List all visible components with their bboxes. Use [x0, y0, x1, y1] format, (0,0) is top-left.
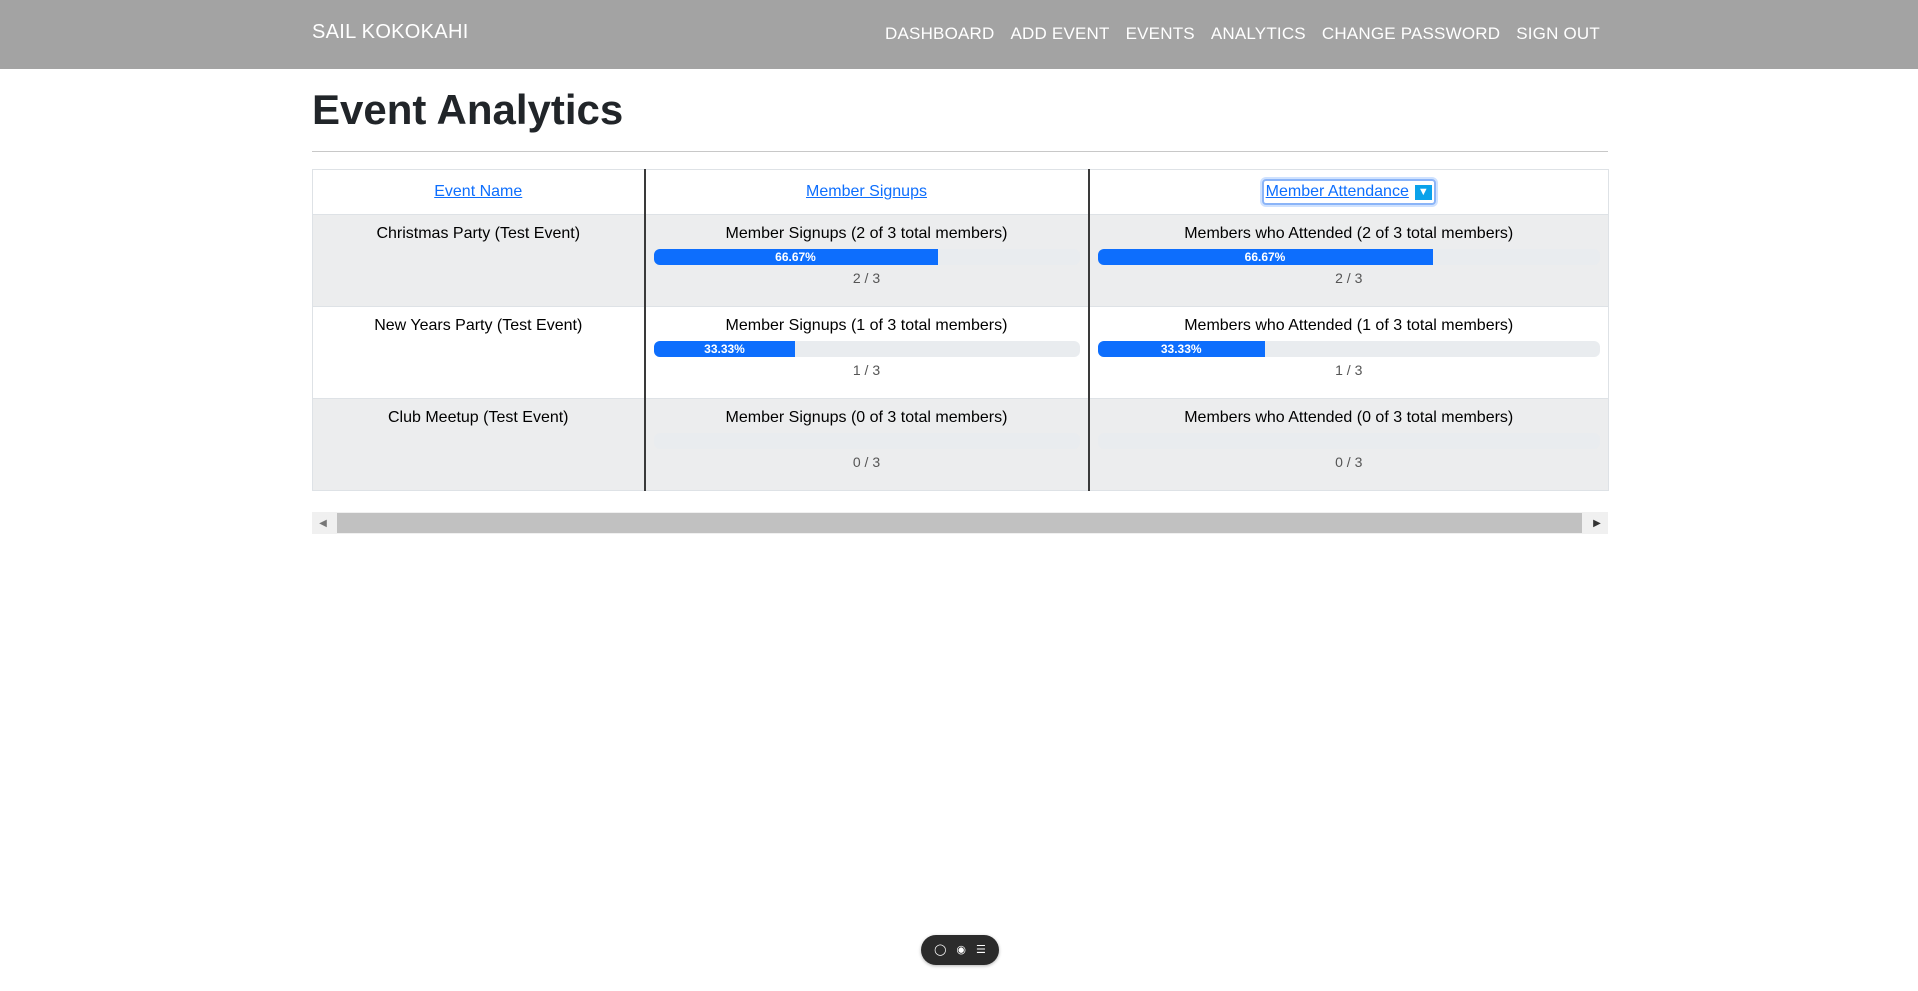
event-name-cell: Club Meetup (Test Event): [312, 398, 645, 491]
brand[interactable]: SAIL KOKOKAHI: [312, 21, 469, 44]
attendance-percent-text: 66.67%: [1244, 250, 1286, 264]
navbar: SAIL KOKOKAHI DASHBOARD ADD EVENT EVENTS…: [0, 0, 1918, 69]
attendance-progress-bar: 33.33%: [1097, 341, 1265, 357]
signups-label: Member Signups (1 of 3 total members): [725, 317, 1008, 334]
table-row: Christmas Party (Test Event) Member Signu…: [312, 214, 1609, 307]
nav-change-password[interactable]: CHANGE PASSWORD: [1322, 24, 1500, 44]
nav-analytics[interactable]: ANALYTICS: [1211, 24, 1306, 44]
signups-progress: [653, 433, 1080, 449]
header-member-attendance: Member Attendance ▼: [1087, 169, 1609, 215]
attendance-label: Members who Attended (2 of 3 total membe…: [1184, 225, 1514, 242]
event-name-cell: Christmas Party (Test Event): [312, 214, 645, 307]
attendance-cell: Members who Attended (0 of 3 total membe…: [1087, 398, 1609, 491]
menu-icon[interactable]: ☰: [976, 944, 986, 956]
table-row: Club Meetup (Test Event) Member Signups (…: [312, 398, 1609, 491]
page-title: Event Analytics: [312, 86, 624, 133]
title-divider: [312, 151, 1608, 152]
attendance-cell: Members who Attended (1 of 3 total membe…: [1087, 306, 1609, 399]
attendance-progress-bar: 66.67%: [1097, 249, 1433, 265]
sort-member-attendance-active[interactable]: Member Attendance ▼: [1261, 179, 1436, 205]
analytics-table: Event Name Member Signups Member Attenda…: [312, 169, 1609, 491]
attendance-label: Members who Attended (0 of 3 total membe…: [1184, 409, 1514, 426]
attendance-label: Members who Attended (1 of 3 total membe…: [1184, 317, 1514, 334]
event-name-cell: New Years Party (Test Event): [312, 306, 645, 399]
nav-links: DASHBOARD ADD EVENT EVENTS ANALYTICS CHA…: [885, 24, 1600, 44]
attendance-count: 2 / 3: [1335, 270, 1363, 286]
nav-events[interactable]: EVENTS: [1126, 24, 1195, 44]
attendance-progress: 66.67%: [1097, 249, 1600, 265]
attendance-count: 1 / 3: [1335, 362, 1363, 378]
horizontal-scrollbar[interactable]: ◀ ▶: [312, 512, 1608, 534]
signups-label: Member Signups (2 of 3 total members): [725, 225, 1008, 242]
analytics-table-container: Event Name Member Signups Member Attenda…: [312, 169, 1609, 491]
floating-toolbar: ◯ ◉ ☰: [921, 935, 999, 965]
sort-desc-icon[interactable]: ▼: [1414, 184, 1432, 200]
sort-event-name-link[interactable]: Event Name: [434, 183, 522, 200]
signups-progress: 66.67%: [653, 249, 1080, 265]
attendance-percent-text: 33.33%: [1160, 342, 1202, 356]
attendance-progress: 33.33%: [1097, 341, 1600, 357]
signups-percent-text: 33.33%: [704, 342, 745, 356]
signups-cell: Member Signups (1 of 3 total members) 33.…: [643, 306, 1089, 399]
attendance-cell: Members who Attended (2 of 3 total membe…: [1087, 214, 1609, 307]
header-member-signups: Member Signups: [643, 169, 1089, 215]
event-name: Christmas Party (Test Event): [376, 225, 581, 242]
nav-add-event[interactable]: ADD EVENT: [1011, 24, 1110, 44]
scroll-thumb[interactable]: [337, 513, 1582, 533]
signups-progress: 33.33%: [653, 341, 1080, 357]
nav-sign-out[interactable]: SIGN OUT: [1516, 24, 1600, 44]
attendance-count: 0 / 3: [1335, 454, 1363, 470]
event-name: Club Meetup (Test Event): [387, 409, 569, 426]
sort-member-signups-link[interactable]: Member Signups: [806, 183, 927, 200]
signups-count: 2 / 3: [852, 270, 881, 286]
scroll-left-arrow-icon[interactable]: ◀: [312, 512, 334, 534]
signups-count: 1 / 3: [852, 362, 881, 378]
signups-progress-bar: 33.33%: [653, 341, 796, 357]
signups-count: 0 / 3: [852, 454, 881, 470]
table-row: New Years Party (Test Event) Member Signu…: [312, 306, 1609, 399]
table-header-row: Event Name Member Signups Member Attenda…: [312, 169, 1609, 215]
attendance-progress: [1097, 433, 1600, 449]
chat-icon[interactable]: ◯: [934, 944, 946, 956]
scroll-right-arrow-icon[interactable]: ▶: [1586, 512, 1608, 534]
signups-label: Member Signups (0 of 3 total members): [725, 409, 1008, 426]
event-name: New Years Party (Test Event): [374, 317, 583, 334]
header-event-name: Event Name: [312, 169, 645, 215]
signups-cell: Member Signups (2 of 3 total members) 66.…: [643, 214, 1089, 307]
signups-progress-bar: 66.67%: [653, 249, 938, 265]
signups-cell: Member Signups (0 of 3 total members) 0 /…: [643, 398, 1089, 491]
sort-member-attendance-link[interactable]: Member Attendance: [1266, 183, 1409, 201]
nav-dashboard[interactable]: DASHBOARD: [885, 24, 995, 44]
toggle-icon[interactable]: ◉: [956, 944, 966, 956]
signups-percent-text: 66.67%: [775, 250, 816, 264]
